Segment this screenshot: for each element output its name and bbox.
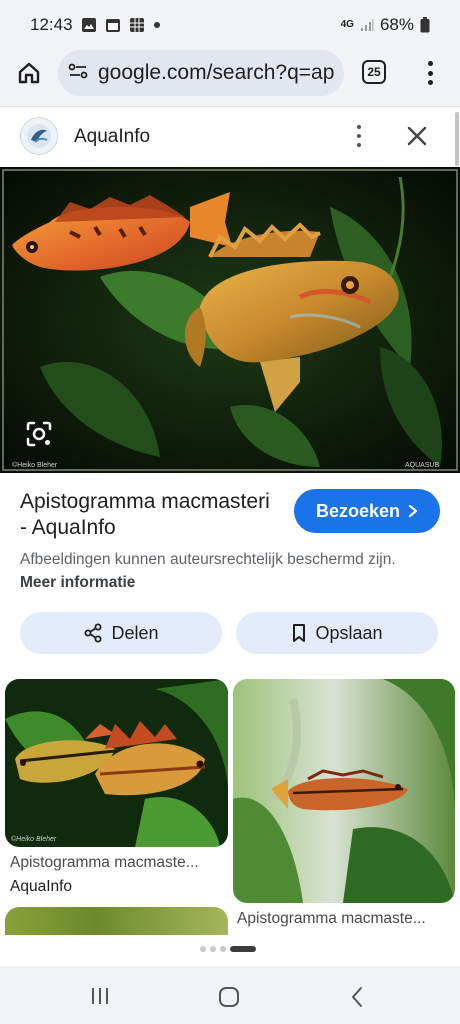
back-icon[interactable] (350, 986, 364, 1013)
more-notifications-dot-icon (153, 21, 161, 29)
signal-icon (360, 18, 374, 32)
visit-button[interactable]: Bezoeken (294, 489, 440, 533)
system-navigation-bar (0, 966, 460, 1024)
address-bar[interactable]: google.com/search?q=ap (58, 50, 344, 96)
visit-label: Bezoeken (315, 500, 401, 521)
tabs-icon[interactable]: 25 (362, 60, 386, 84)
site-info-icon[interactable] (66, 59, 90, 88)
copyright-text: Afbeeldingen kunnen auteursrechtelijk be… (20, 551, 396, 568)
status-bar: 12:43 4G 68% (0, 0, 460, 50)
share-label: Delen (111, 622, 159, 643)
save-label: Opslaan (315, 622, 383, 643)
google-lens-icon[interactable] (24, 419, 54, 449)
image-watermark-right: AQUASUB (405, 462, 440, 469)
more-vert-icon[interactable] (354, 123, 364, 149)
save-button[interactable]: Opslaan (236, 612, 438, 654)
related-image-thumbnail[interactable]: ©Heiko Bleher (5, 679, 228, 847)
related-image-thumbnail[interactable] (233, 679, 455, 903)
share-icon (84, 623, 102, 643)
battery-percent: 68% (379, 15, 414, 34)
source-favicon (20, 117, 58, 155)
share-button[interactable]: Delen (20, 612, 222, 654)
related-result-title: Apistogramma macmaste... (10, 854, 199, 871)
copyright-notice: Afbeeldingen kunnen auteursrechtelijk be… (20, 548, 420, 594)
related-result-card[interactable]: ©Heiko Bleher Apistogramma macmaste... A… (5, 679, 228, 896)
bookmark-icon (293, 624, 306, 642)
browser-toolbar: google.com/search?q=ap 25 (0, 50, 460, 106)
tab-count: 25 (367, 65, 381, 79)
grid-notification-icon (129, 17, 145, 33)
source-header: AquaInfo (0, 106, 460, 166)
more-info-link[interactable]: Meer informatie (20, 574, 135, 591)
url-text: google.com/search?q=ap (98, 61, 335, 84)
close-icon[interactable] (404, 123, 430, 149)
network-type-label: 4G (340, 19, 354, 30)
home-nav-icon[interactable] (218, 986, 240, 1013)
result-title[interactable]: Apistogramma macmasteri - AquaInfo (20, 489, 276, 541)
status-time: 12:43 (30, 15, 73, 34)
related-image-thumbnail-partial[interactable] (5, 907, 228, 935)
main-fish-image[interactable]: ©Heiko Bleher AQUASUB (0, 167, 460, 473)
related-result-card[interactable]: Apistogramma macmaste... (233, 679, 455, 928)
home-button[interactable] (14, 58, 44, 88)
home-icon (18, 62, 40, 84)
source-name[interactable]: AquaInfo (74, 126, 150, 148)
gallery-notification-icon (81, 17, 97, 33)
browser-menu-icon[interactable] (420, 58, 440, 88)
related-result-source: AquaInfo (10, 878, 73, 895)
chevron-right-icon (408, 504, 418, 518)
image-watermark-left: ©Heiko Bleher (12, 461, 58, 469)
battery-icon (420, 17, 430, 33)
scrollbar[interactable] (455, 112, 459, 166)
page-indicator (200, 946, 256, 952)
svg-text:©Heiko Bleher: ©Heiko Bleher (11, 835, 57, 843)
calendar-notification-icon (105, 17, 121, 33)
recent-apps-icon[interactable] (90, 987, 110, 1010)
related-result-title: Apistogramma macmaste... (237, 910, 426, 927)
